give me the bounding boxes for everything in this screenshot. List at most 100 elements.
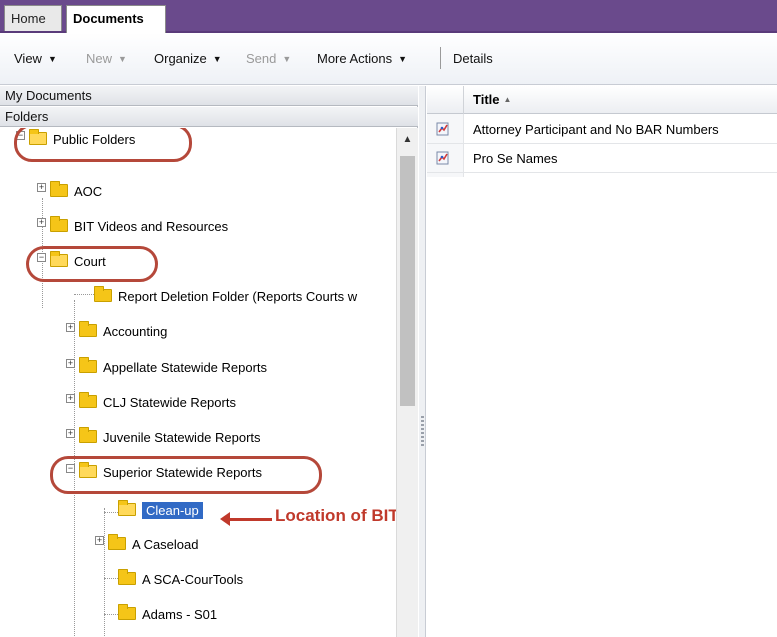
tree-node-label: Superior Statewide Reports — [103, 465, 262, 480]
annotation-label: Location of BIT Clean-Up queries — [275, 506, 396, 525]
tree-node-label: Accounting — [103, 324, 168, 339]
tree-connector — [74, 294, 94, 295]
document-title: Attorney Participant and No BAR Numbers — [473, 122, 719, 137]
tree-node-adams[interactable]: Adams - S01 — [118, 604, 217, 626]
tree-node-label: Court — [74, 254, 106, 269]
collapse-icon[interactable]: − — [37, 253, 46, 262]
title-column-header[interactable]: Title ▲ — [473, 86, 511, 114]
send-label: Send — [246, 51, 277, 66]
tree-node-a-sca[interactable]: A SCA-CourTools — [118, 569, 243, 591]
collapse-icon[interactable]: − — [16, 131, 25, 140]
tree-node-label: Report Deletion Folder (Reports Courts w — [118, 289, 358, 304]
folder-icon — [94, 286, 112, 302]
folder-icon — [118, 569, 136, 585]
title-column-label: Title — [473, 92, 500, 107]
folder-icon — [79, 427, 97, 443]
details-button[interactable]: Details — [453, 51, 493, 66]
webi-report-icon — [436, 151, 449, 165]
chevron-down-icon: ▼ — [47, 54, 57, 64]
folder-open-icon — [79, 462, 97, 478]
more-actions-menu-button[interactable]: More Actions ▼ — [317, 51, 407, 66]
tree-connector — [104, 512, 118, 513]
icon-column-header[interactable] — [427, 86, 464, 114]
tree-node-court[interactable]: − Court — [37, 251, 106, 273]
collapse-icon[interactable]: − — [66, 464, 75, 473]
toolbar: View ▼ New ▼ Organize ▼ Send ▼ More Actions ▼… — [0, 33, 777, 85]
folders-panel: My Documents Folders − Public Folders + AO… — [0, 86, 418, 637]
view-label: View — [14, 51, 42, 66]
tab-bar: Home Documents — [0, 0, 777, 33]
folder-tree: − Public Folders + AOC + BIT Videos and Res… — [0, 128, 396, 637]
folder-icon — [118, 604, 136, 620]
tree-node-cleanup[interactable]: Clean-up — [118, 500, 203, 522]
tree-node-public-folders[interactable]: − Public Folders — [16, 129, 135, 151]
documents-list: Title ▲ Attorney Participant and No BAR N… — [427, 86, 777, 637]
annotation-arrow-line — [226, 518, 272, 521]
chevron-down-icon: ▼ — [398, 54, 408, 64]
toolbar-divider — [440, 47, 441, 69]
tree-connector — [104, 578, 118, 579]
tree-node-label: Juvenile Statewide Reports — [103, 430, 261, 445]
tree-scrollbar[interactable]: ▲ — [396, 128, 418, 637]
tree-node-a-caseload[interactable]: + A Caseload — [95, 534, 199, 556]
scroll-up-icon[interactable]: ▲ — [397, 128, 418, 152]
tree-node-accounting[interactable]: + Accounting — [66, 321, 167, 343]
chevron-down-icon: ▼ — [118, 54, 127, 64]
tree-node-juvenile[interactable]: + Juvenile Statewide Reports — [66, 427, 261, 449]
folder-open-icon — [29, 129, 47, 145]
expand-icon[interactable]: + — [66, 323, 75, 332]
panel-splitter[interactable] — [419, 86, 426, 637]
tree-node-appellate[interactable]: + Appellate Statewide Reports — [66, 357, 267, 379]
folder-icon — [50, 181, 68, 197]
list-header: Title ▲ — [427, 86, 777, 114]
tree-node-label: BIT Videos and Resources — [74, 219, 229, 234]
organize-label: Organize — [154, 51, 207, 66]
sort-ascending-icon: ▲ — [503, 95, 512, 104]
tree-node-report-deletion[interactable]: Report Deletion Folder (Reports Courts w — [94, 286, 357, 308]
organize-menu-button[interactable]: Organize ▼ — [154, 51, 222, 66]
webi-report-icon — [436, 122, 449, 136]
folder-icon — [79, 392, 97, 408]
tree-node-label: CLJ Statewide Reports — [103, 395, 236, 410]
folder-icon — [50, 216, 68, 232]
tree-node-clj[interactable]: + CLJ Statewide Reports — [66, 392, 236, 414]
view-menu-button[interactable]: View ▼ — [14, 51, 57, 66]
list-item[interactable]: Pro Se Names — [427, 145, 777, 173]
tree-node-superior[interactable]: − Superior Statewide Reports — [66, 462, 262, 484]
new-menu-button[interactable]: New ▼ — [86, 51, 127, 66]
folder-open-icon — [50, 251, 68, 267]
tree-node-label: A SCA-CourTools — [142, 572, 244, 587]
tree-node-label: Public Folders — [53, 132, 136, 147]
list-item[interactable]: Attorney Participant and No BAR Numbers — [427, 116, 777, 144]
scrollbar-thumb[interactable] — [400, 156, 415, 406]
folder-icon — [79, 321, 97, 337]
tab-home[interactable]: Home — [4, 5, 62, 31]
tree-node-label: Appellate Statewide Reports — [103, 360, 268, 375]
expand-icon[interactable]: + — [37, 183, 46, 192]
expand-icon[interactable]: + — [37, 218, 46, 227]
tree-node-bit-videos[interactable]: + BIT Videos and Resources — [37, 216, 228, 238]
new-label: New — [86, 51, 113, 66]
more-actions-label: More Actions — [317, 51, 393, 66]
document-title: Pro Se Names — [473, 151, 558, 166]
tree-connector — [104, 508, 105, 637]
chevron-down-icon: ▼ — [212, 54, 222, 64]
chevron-down-icon: ▼ — [282, 54, 292, 64]
folder-icon — [79, 357, 97, 373]
splitter-grip-icon[interactable] — [421, 416, 424, 446]
tree-node-aoc[interactable]: + AOC — [37, 181, 102, 203]
expand-icon[interactable]: + — [95, 536, 104, 545]
tree-node-label: Clean-up — [142, 502, 203, 519]
folder-icon — [108, 534, 126, 550]
tab-documents[interactable]: Documents — [66, 5, 166, 33]
folders-header[interactable]: Folders — [0, 107, 418, 127]
tree-connector — [104, 614, 118, 615]
folder-open-icon — [118, 500, 136, 516]
send-menu-button[interactable]: Send ▼ — [246, 51, 291, 66]
expand-icon[interactable]: + — [66, 429, 75, 438]
expand-icon[interactable]: + — [66, 359, 75, 368]
expand-icon[interactable]: + — [66, 394, 75, 403]
my-documents-header[interactable]: My Documents — [0, 86, 418, 106]
tree-node-label: AOC — [74, 184, 103, 199]
tree-node-label: A Caseload — [132, 537, 199, 552]
